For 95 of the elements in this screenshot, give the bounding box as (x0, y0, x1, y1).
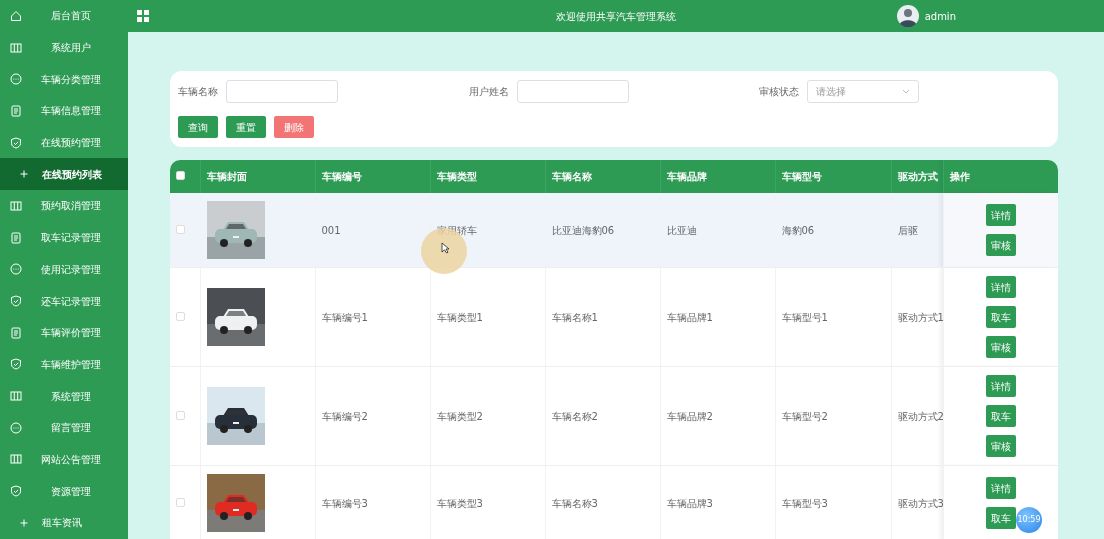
table-cell: 车辆品牌2 (666, 410, 713, 422)
sidebar-item[interactable]: 在线预约管理 (0, 126, 128, 159)
column-header: 车辆类型 (436, 171, 477, 182)
table-cell: 海豹06 (781, 224, 815, 236)
action-button[interactable]: 详情 (985, 204, 1016, 226)
column-header: 操作 (949, 171, 970, 182)
app-title: 欢迎使用共享汽车管理系统 (556, 9, 676, 24)
action-button[interactable]: 取车 (985, 405, 1016, 427)
grid-menu-icon[interactable] (137, 10, 149, 22)
columns-icon (10, 390, 22, 403)
checkbox[interactable] (176, 410, 185, 420)
action-button[interactable]: 详情 (985, 375, 1016, 397)
table-cell: 001 (321, 224, 341, 236)
column-header: 车辆编号 (321, 171, 362, 182)
table-cell: 家用轿车 (436, 224, 477, 236)
columns-icon (10, 453, 22, 466)
avatar (896, 5, 919, 27)
chevron-down-icon (902, 89, 911, 94)
shield-icon (10, 485, 22, 498)
field-label: 车辆名称 (178, 85, 218, 99)
table-cell: 后驱 (897, 224, 918, 236)
sidebar-item[interactable]: 网站公告管理 (0, 443, 128, 476)
column-header: 车辆品牌 (666, 171, 707, 182)
shield-icon (10, 358, 22, 371)
sidebar-item[interactable]: 车辆维护管理 (0, 348, 128, 381)
sidebar-item[interactable]: 系统用户 (0, 31, 128, 64)
action-button[interactable]: 取车 (985, 507, 1016, 529)
action-button[interactable]: 查询 (178, 116, 218, 138)
document-icon (10, 104, 22, 117)
action-button[interactable]: 取车 (985, 306, 1016, 328)
column-header: 车辆型号 (781, 171, 822, 182)
sidebar-item[interactable]: 预约取消管理 (0, 190, 128, 222)
chat-icon (10, 421, 22, 434)
column-header: 驱动方式 (897, 171, 938, 182)
table-cell: 车辆名称3 (551, 497, 598, 509)
home-icon (10, 9, 22, 22)
chat-icon (10, 263, 22, 276)
chat-icon (10, 73, 22, 86)
username[interactable]: admin (924, 8, 956, 24)
table-cell: 车辆类型2 (436, 410, 483, 422)
action-button[interactable]: 审核 (985, 336, 1016, 358)
table-cell: 车辆型号2 (781, 410, 828, 422)
table-cell: 驱动方式2 (897, 410, 944, 422)
column-header: 车辆名称 (551, 171, 592, 182)
columns-icon (10, 41, 22, 54)
sidebar-item[interactable]: 还车记录管理 (0, 285, 128, 317)
table-cell: 车辆编号3 (321, 497, 368, 509)
document-icon (10, 326, 22, 339)
action-button[interactable]: 审核 (985, 435, 1016, 457)
sidebar-item[interactable]: 取车记录管理 (0, 221, 128, 254)
table-cell: 车辆型号1 (781, 311, 828, 323)
input-field[interactable] (516, 80, 629, 103)
checkbox[interactable] (176, 311, 185, 321)
sidebar-item[interactable]: 车辆信息管理 (0, 95, 128, 127)
action-button[interactable]: 详情 (985, 477, 1016, 499)
columns-icon (10, 199, 22, 212)
sidebar-item[interactable]: 资源管理 (0, 475, 128, 507)
table-cell: 车辆编号1 (321, 311, 368, 323)
field-label: 用户姓名 (468, 85, 509, 99)
table-cell: 比亚迪海豹06 (551, 224, 615, 236)
checkbox[interactable] (176, 497, 185, 507)
action-button[interactable]: 详情 (985, 276, 1016, 298)
cursor-icon (441, 242, 451, 255)
action-button[interactable]: 审核 (985, 234, 1016, 256)
sidebar-item[interactable]: 留言管理 (0, 411, 128, 444)
delete-button[interactable]: 删除 (274, 116, 314, 138)
shield-icon (10, 136, 22, 149)
sidebar-item[interactable]: 使用记录管理 (0, 253, 128, 286)
table-cell: 车辆编号2 (321, 410, 368, 422)
table-cell: 车辆类型1 (436, 311, 483, 323)
sidebar-item[interactable]: 在线预约列表 (0, 158, 128, 191)
table-cell: 车辆名称2 (551, 410, 598, 422)
field-label: 审核状态 (759, 85, 800, 99)
table-cell: 比亚迪 (666, 224, 697, 236)
document-icon (10, 231, 22, 244)
table-cell: 驱动方式3 (897, 497, 944, 509)
sidebar-item[interactable]: 车辆评价管理 (0, 316, 128, 349)
sidebar-item[interactable]: 租车资讯 (0, 507, 128, 539)
sidebar-item[interactable]: 系统管理 (0, 380, 128, 412)
table-cell: 车辆型号3 (781, 497, 828, 509)
column-header: 车辆封面 (206, 171, 247, 182)
table-cell: 车辆类型3 (436, 497, 483, 509)
checkbox[interactable] (176, 224, 185, 234)
shield-icon (10, 295, 22, 308)
action-button[interactable]: 重置 (226, 116, 266, 138)
sidebar-item[interactable]: 车辆分类管理 (0, 63, 128, 96)
table-cell: 驱动方式1 (897, 311, 944, 323)
sidebar-item[interactable]: 后台首页 (0, 0, 128, 32)
select-field[interactable]: 请选择 (807, 80, 920, 103)
checkbox[interactable] (176, 171, 185, 180)
table-cell: 车辆品牌1 (666, 311, 713, 323)
table-cell: 车辆品牌3 (666, 497, 713, 509)
plus-icon (18, 168, 30, 181)
input-field[interactable] (226, 80, 338, 103)
table-cell: 车辆名称1 (551, 311, 598, 323)
